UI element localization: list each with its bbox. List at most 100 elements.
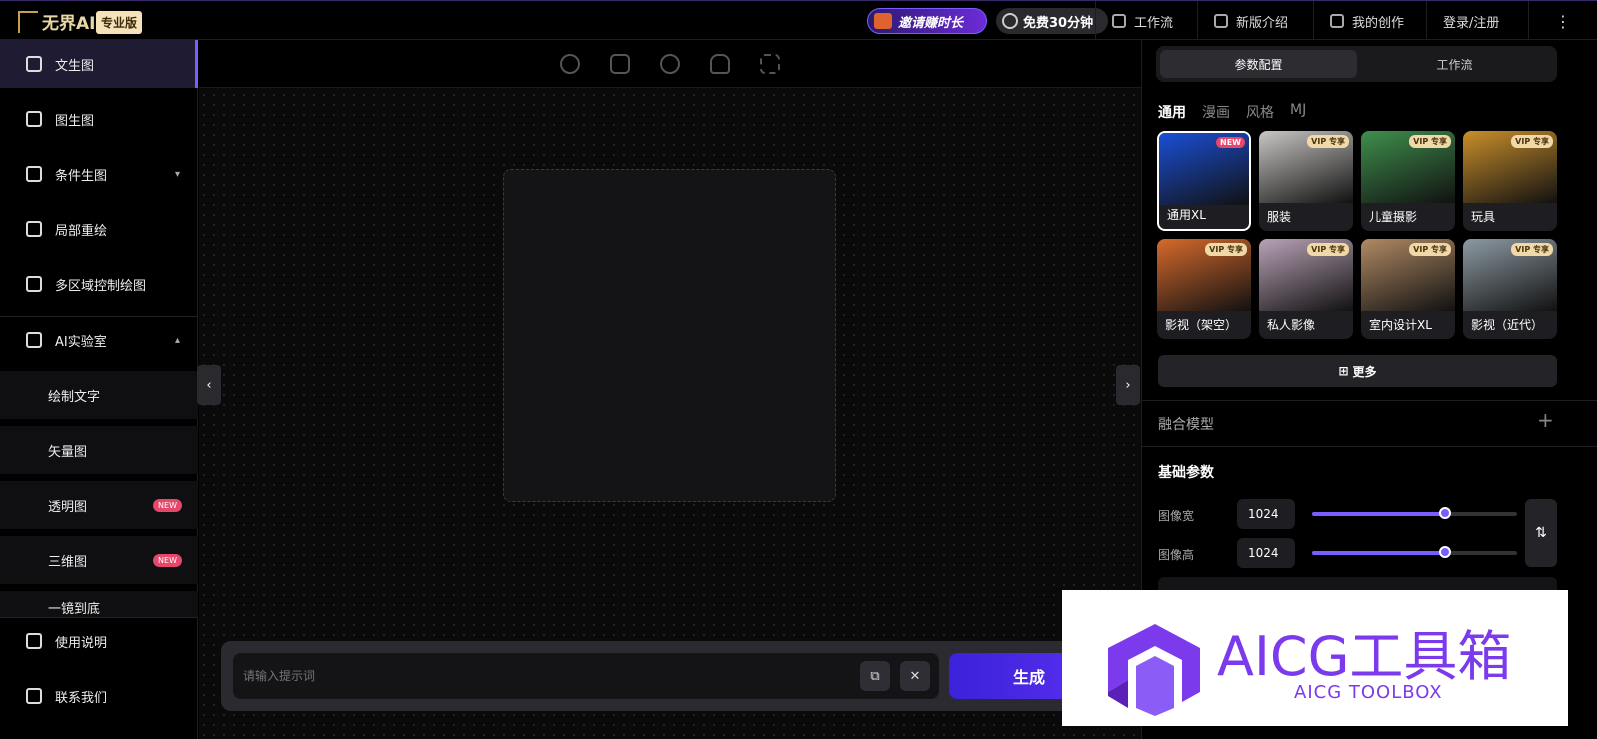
panel-tabs: 参数配置 工作流 (1156, 46, 1557, 82)
vip-badge: VIP 专享 (1511, 243, 1553, 256)
width-slider-handle[interactable] (1439, 507, 1452, 519)
vip-badge: VIP 专享 (1205, 243, 1247, 256)
model-label: 儿童摄影 (1369, 210, 1418, 224)
lab-item-transparent[interactable]: 透明图 NEW (0, 481, 198, 529)
watermark-title: AICG工具箱 (1217, 625, 1512, 688)
category-comic[interactable]: 漫画 (1202, 102, 1230, 122)
sidebar-item-contact[interactable]: 联系我们 (0, 672, 198, 720)
width-slider[interactable] (1312, 507, 1517, 519)
height-label: 图像高 (1158, 548, 1195, 562)
lab-item-one-shot[interactable]: 一镜到底 (0, 591, 198, 617)
divider (1142, 446, 1597, 447)
sidebar-item-label: AI实验室 (55, 334, 107, 350)
model-card[interactable]: VIP 专享 服装 (1259, 131, 1353, 231)
invite-button[interactable]: 邀请赚时长 (867, 8, 987, 34)
sidebar-item-multi-region[interactable]: 多区域控制绘图 (0, 260, 198, 308)
width-label: 图像宽 (1158, 509, 1195, 523)
model-card[interactable]: NEW 通用XL (1157, 131, 1251, 231)
top-bar: 无界AI 专业版 邀请赚时长 免费30分钟 工作流 新版介绍 我的创作 登录/注… (0, 0, 1597, 41)
nav-login-label: 登录/注册 (1443, 15, 1500, 31)
more-models-button[interactable]: ⊞ 更多 (1158, 355, 1557, 387)
sidebar-item-image-to-image[interactable]: 图生图 (0, 95, 198, 143)
sidebar-item-ai-lab[interactable]: AI实验室 ▴ (0, 316, 198, 364)
model-categories: 通用 漫画 风格 MJ (1158, 102, 1306, 122)
copy-button[interactable]: ⧉ (860, 661, 890, 691)
new-icon (1214, 14, 1228, 28)
category-style[interactable]: 风格 (1246, 102, 1274, 122)
sidebar-item-conditional[interactable]: 条件生图 ▾ (0, 150, 198, 198)
sidebar-item-label: 多区域控制绘图 (55, 278, 147, 294)
invite-label: 邀请赚时长 (898, 15, 964, 31)
sidebar-item-inpaint[interactable]: 局部重绘 (0, 205, 198, 253)
collapse-left-button[interactable]: ‹ (197, 365, 221, 405)
sidebar-item-text-to-image[interactable]: 文生图 (0, 40, 198, 88)
new-badge: NEW (153, 553, 182, 567)
pro-badge: 专业版 (96, 11, 143, 34)
copy-icon: ⧉ (870, 668, 880, 684)
logo-text: 无界AI (42, 14, 96, 34)
nav-workflow[interactable]: 工作流 (1095, 1, 1197, 41)
image-icon (26, 56, 42, 72)
model-card[interactable]: VIP 专享玩具 (1463, 131, 1557, 231)
watermark-subtitle: AICG TOOLBOX (1294, 682, 1443, 703)
model-label: 服装 (1267, 210, 1292, 224)
sidebar-item-guide[interactable]: 使用说明 (0, 617, 198, 665)
model-card[interactable]: VIP 专享 影视（近代） (1463, 239, 1557, 339)
model-card[interactable]: VIP 专享 影视（架空） (1157, 239, 1251, 339)
plus-icon: + (1537, 408, 1554, 432)
fullscreen-icon[interactable] (760, 53, 780, 74)
model-label: 通用XL (1167, 208, 1206, 222)
lab-item-3d[interactable]: 三维图 NEW (0, 536, 198, 584)
model-label: 玩具 (1471, 210, 1496, 224)
nav-new-intro[interactable]: 新版介绍 (1197, 1, 1313, 41)
category-mj[interactable]: MJ (1290, 102, 1306, 122)
rotate-icon[interactable] (560, 53, 580, 74)
lab-item-vector[interactable]: 矢量图 (0, 426, 198, 474)
canvas-area[interactable]: ‹ › ⧉ ✕ 生成 (197, 40, 1141, 739)
canvas-frame[interactable] (503, 169, 836, 502)
model-card[interactable]: VIP 专享 私人影像 (1259, 239, 1353, 339)
workflow-icon (1112, 14, 1126, 28)
lab-item-draw-text[interactable]: 绘制文字 (0, 371, 198, 419)
hand-icon[interactable] (710, 53, 730, 74)
sidebar-item-label: 图生图 (55, 113, 95, 129)
tab-params[interactable]: 参数配置 (1160, 50, 1357, 78)
category-general[interactable]: 通用 (1158, 102, 1186, 122)
model-card[interactable]: VIP 专享 儿童摄影 (1361, 131, 1455, 231)
sidebar-item-label: 局部重绘 (55, 223, 108, 239)
canvas-toolbar (199, 40, 1141, 88)
fusion-model-label: 融合模型 (1158, 417, 1214, 433)
vip-badge: VIP 专享 (1307, 243, 1349, 256)
free-trial-button[interactable]: 免费30分钟 (996, 8, 1108, 34)
free-trial-label: 免费30分钟 (1023, 15, 1094, 31)
width-slider-fill (1312, 512, 1446, 516)
height-slider-fill (1312, 551, 1446, 555)
tab-workflow[interactable]: 工作流 (1356, 50, 1553, 78)
nav-login[interactable]: 登录/注册 (1426, 1, 1528, 41)
collapse-right-button[interactable]: › (1116, 365, 1140, 405)
smile-icon[interactable] (660, 53, 680, 74)
close-icon: ✕ (909, 668, 921, 684)
width-input[interactable]: 1024 (1237, 499, 1295, 529)
height-input[interactable]: 1024 (1237, 538, 1295, 568)
chevron-right-icon: › (1125, 377, 1131, 393)
chevron-down-icon: ▾ (174, 168, 180, 180)
height-slider-handle[interactable] (1439, 546, 1452, 558)
more-menu-button[interactable]: ⋮ (1528, 1, 1597, 41)
swap-dimensions-button[interactable]: ⇅ (1525, 499, 1557, 567)
new-badge: NEW (1216, 137, 1245, 148)
crop-icon[interactable] (610, 53, 630, 74)
height-slider[interactable] (1312, 546, 1517, 558)
lab-item-label: 矢量图 (48, 444, 88, 460)
prompt-bar: ⧉ ✕ 生成 (221, 641, 1121, 711)
vertical-dots-icon: ⋮ (1555, 11, 1571, 31)
model-card[interactable]: VIP 专享 室内设计XL (1361, 239, 1455, 339)
nav-my-creations-label: 我的创作 (1352, 15, 1405, 31)
vip-badge: VIP 专享 (1511, 135, 1553, 148)
prompt-input[interactable] (243, 669, 843, 683)
nav-my-creations[interactable]: 我的创作 (1313, 1, 1426, 41)
add-fusion-button[interactable]: + (1537, 408, 1554, 432)
chevron-left-icon: ‹ (206, 377, 212, 393)
clear-button[interactable]: ✕ (900, 661, 930, 691)
logo[interactable]: 无界AI (18, 9, 95, 34)
